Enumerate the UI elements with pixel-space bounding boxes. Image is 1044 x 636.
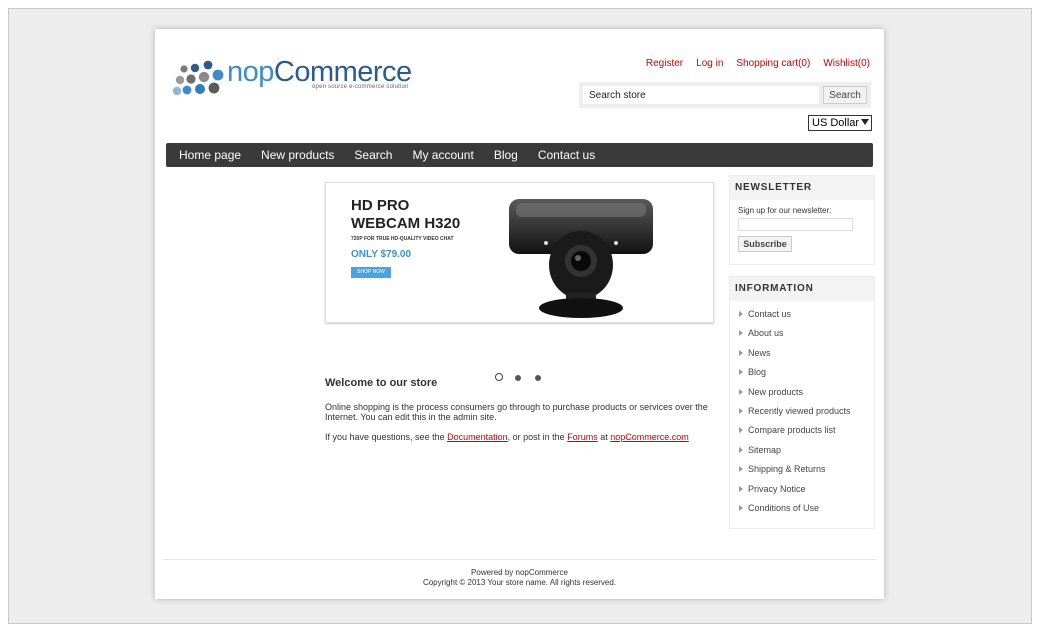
information-list: Contact us About us News Blog New produc… [739, 309, 851, 522]
info-link-label: Blog [748, 367, 767, 378]
triangle-right-icon [739, 485, 743, 492]
login-link[interactable]: Log in [696, 58, 723, 69]
info-link-label: News [748, 347, 771, 358]
help-middle: , or post in the [507, 432, 568, 442]
nav-blog[interactable]: Blog [484, 143, 528, 167]
info-link-label: Contact us [748, 309, 792, 319]
nav-contact-us[interactable]: Contact us [528, 143, 605, 167]
triangle-right-icon [739, 407, 743, 414]
nav-my-account[interactable]: My account [402, 143, 483, 167]
nav-new-products[interactable]: New products [251, 143, 344, 167]
register-link[interactable]: Register [646, 58, 683, 69]
help-prefix: If you have questions, see the [325, 432, 448, 442]
info-link-contact-us[interactable]: Contact us [739, 309, 851, 328]
slider-dot-2[interactable] [515, 375, 521, 381]
triangle-right-icon [739, 504, 743, 511]
welcome-title: Welcome to our store [325, 377, 438, 389]
slider-dot-1[interactable] [495, 373, 503, 381]
info-link-label: About us [748, 328, 784, 339]
newsletter-email-input[interactable] [738, 218, 853, 231]
newsletter-label: Sign up for our newsletter: [738, 206, 832, 215]
subscribe-button[interactable]: Subscribe [738, 236, 792, 252]
nav-home-page[interactable]: Home page [166, 143, 251, 167]
triangle-right-icon [739, 369, 743, 376]
information-block: INFORMATION Contact us About us News Blo… [729, 276, 875, 529]
slide-price: ONLY $79.00 [351, 249, 412, 260]
triangle-right-icon [739, 466, 743, 473]
info-link-privacy-notice[interactable]: Privacy Notice [739, 484, 851, 503]
currency-value: US Dollar [812, 117, 860, 129]
triangle-right-icon [739, 330, 743, 337]
info-link-label: Compare products list [748, 425, 836, 436]
info-link-news[interactable]: News [739, 348, 851, 367]
welcome-text: Online shopping is the process consumers… [325, 402, 708, 422]
logo-name-light: nop [227, 56, 274, 88]
info-link-blog[interactable]: Blog [739, 367, 851, 386]
slider-dot-3[interactable] [535, 375, 541, 381]
newsletter-title: NEWSLETTER [730, 176, 874, 200]
triangle-right-icon [739, 311, 743, 317]
triangle-right-icon [739, 388, 743, 395]
store-page: nopCommerce open source e-commerce solut… [155, 29, 884, 599]
logo-dots-icon [172, 60, 224, 96]
nav-search[interactable]: Search [344, 143, 402, 167]
store-logo[interactable]: nopCommerce open source e-commerce solut… [171, 55, 412, 99]
info-link-conditions-of-use[interactable]: Conditions of Use [739, 503, 851, 522]
triangle-right-icon [739, 349, 743, 356]
forums-link[interactable]: Forums [567, 432, 598, 442]
search-button[interactable]: Search [823, 86, 867, 104]
info-link-label: Conditions of Use [748, 502, 820, 513]
logo-tagline: open source e-commerce solution [312, 84, 409, 90]
info-link-sitemap[interactable]: Sitemap [739, 445, 851, 464]
footer-powered-by: Powered by nopCommerce [471, 568, 568, 577]
top-navigation: Home page New products Search My account… [166, 143, 873, 167]
shop-now-button[interactable]: SHOP NOW [351, 267, 391, 278]
slider-pagination [495, 373, 545, 385]
documentation-link[interactable]: Documentation [447, 432, 508, 442]
info-link-label: Recently viewed products [748, 405, 851, 416]
welcome-help-text: If you have questions, see the Documenta… [325, 432, 715, 442]
help-at: at [597, 432, 611, 442]
search-input[interactable] [583, 86, 819, 104]
wishlist-link[interactable]: Wishlist(0) [823, 58, 870, 69]
info-link-compare-products[interactable]: Compare products list [739, 425, 851, 444]
home-slider[interactable]: HD PRO WEBCAM H320 720P FOR TRUE HD-QUAL… [325, 182, 714, 323]
slide-title-line1: HD PRO [351, 197, 410, 214]
nopcommerce-site-link[interactable]: nopCommerce.com [610, 432, 689, 442]
triangle-right-icon [739, 446, 743, 453]
search-box: Search [579, 82, 871, 108]
shopping-cart-link[interactable]: Shopping cart(0) [736, 58, 810, 69]
footer-divider [163, 559, 876, 560]
slide-subtitle: 720P FOR TRUE HD-QUALITY VIDEO CHAT [351, 236, 454, 242]
footer-copyright: Copyright © 2013 Your store name. All ri… [422, 578, 617, 587]
slide-title-line2: WEBCAM H320 [351, 215, 461, 232]
webcam-product-image [509, 199, 653, 318]
info-link-new-products[interactable]: New products [739, 387, 851, 406]
triangle-right-icon [739, 427, 743, 434]
information-title: INFORMATION [730, 277, 874, 301]
info-link-label: Privacy Notice [748, 483, 806, 494]
info-link-shipping-returns[interactable]: Shipping & Returns [739, 464, 851, 483]
slide-title: HD PRO WEBCAM H320 [351, 197, 491, 233]
header-links: Register Log in Shopping cart(0) Wishlist(0… [633, 58, 870, 69]
info-link-recently-viewed[interactable]: Recently viewed products [739, 406, 851, 425]
info-link-label: Sitemap [748, 444, 782, 455]
info-link-label: New products [748, 386, 804, 397]
newsletter-block: NEWSLETTER Sign up for our newsletter: S… [729, 175, 875, 265]
chevron-down-icon [861, 119, 869, 125]
currency-select[interactable]: US Dollar [808, 115, 872, 131]
info-link-label: Shipping & Returns [748, 464, 826, 475]
info-link-about-us[interactable]: About us [739, 328, 851, 347]
